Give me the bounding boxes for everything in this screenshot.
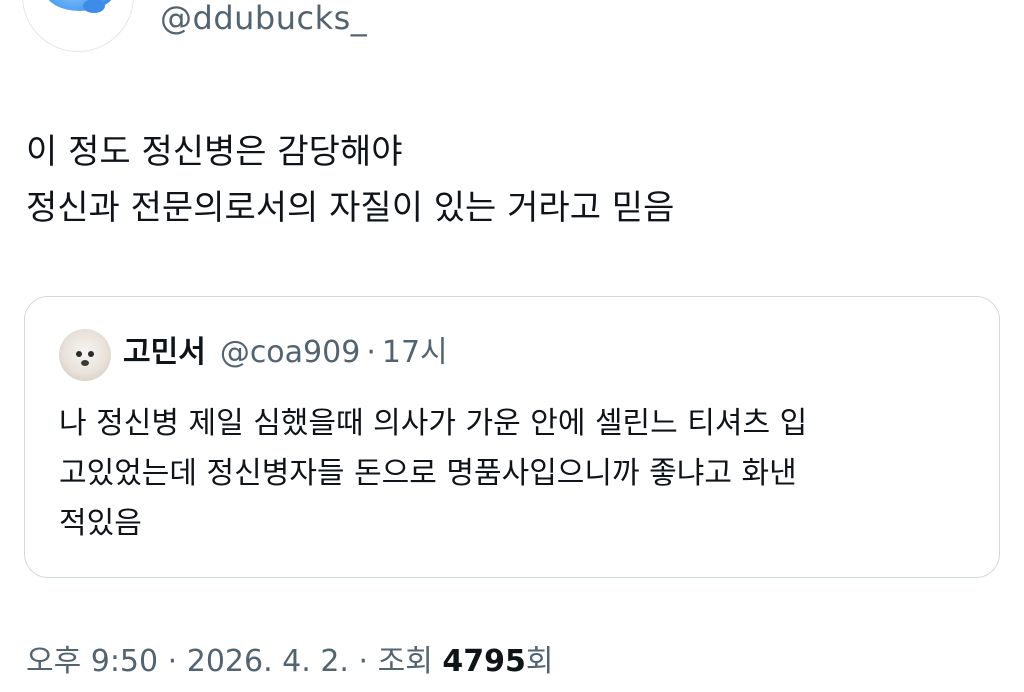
quoted-tweet-time[interactable]: 17시 — [382, 333, 448, 373]
views-suffix: 회 — [525, 644, 554, 679]
white-dog-avatar-icon[interactable] — [59, 329, 111, 381]
views-label: 조회 — [377, 644, 433, 679]
tweet-body: 이 정도 정신병은 감당해야 정신과 전문의로서의 자질이 있는 거라고 믿음 — [26, 124, 986, 236]
quoted-tweet-header: 고민서 @coa909 · 17시 — [123, 333, 448, 373]
quoted-tweet-card[interactable]: 고민서 @coa909 · 17시 나 정신병 제일 심했을때 의사가 가운 안… — [24, 296, 1000, 578]
tweet-line: 이 정도 정신병은 감당해야 — [26, 132, 403, 172]
quoted-line: 적있음 — [59, 506, 142, 541]
author-handle[interactable]: @ddubucks_ — [160, 0, 367, 36]
post-time[interactable]: 오후 9:50 — [26, 644, 158, 679]
quoted-line: 나 정신병 제일 심했을때 의사가 가운 안에 셀린느 티셔츠 입 — [59, 406, 808, 441]
tweet-detail: @ddubucks_ 이 정도 정신병은 감당해야 정신과 전문의로서의 자질이… — [0, 0, 1024, 692]
quoted-author-handle[interactable]: @coa909 — [220, 333, 361, 373]
author-avatar[interactable] — [22, 0, 134, 52]
tweet-line: 정신과 전문의로서의 자질이 있는 거라고 믿음 — [26, 188, 675, 228]
tweet-meta: 오후 9:50 · 2026. 4. 2. · 조회 4795회 — [26, 642, 553, 682]
quoted-line: 고있었는데 정신병자들 돈으로 명품사입으니까 좋냐고 화낸 — [59, 456, 797, 491]
separator-dot: · — [358, 644, 369, 679]
quoted-author-name[interactable]: 고민서 — [123, 333, 206, 373]
post-date[interactable]: 2026. 4. 2. — [187, 644, 349, 679]
separator-dot: · — [167, 644, 178, 679]
views-count: 4795 — [442, 644, 526, 679]
separator-dot: · — [366, 335, 376, 370]
quoted-tweet-body: 나 정신병 제일 심했을때 의사가 가운 안에 셀린느 티셔츠 입 고있었는데 … — [59, 399, 979, 549]
